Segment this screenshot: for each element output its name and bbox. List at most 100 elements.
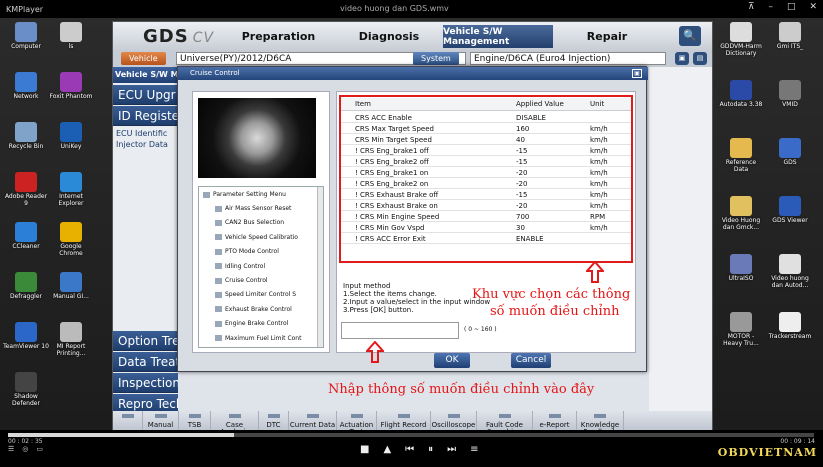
desktop-icon[interactable]: Computer [3,22,49,50]
ok-button[interactable]: OK [434,353,470,368]
desktop-icon[interactable]: Defraggler [3,272,49,300]
tree-item-icon [215,320,222,327]
desktop-icon[interactable]: Internet Explorer [48,172,94,207]
left-item-id-register[interactable]: ID Registe [113,106,178,126]
tree-item[interactable]: Speed Limiter Control S [215,291,323,298]
app-icon [15,222,37,242]
desktop-icon[interactable]: TeamViewer 10 [3,322,49,350]
desktop-icon-label: ls [68,43,74,50]
app-icon [60,22,82,42]
camera-icon[interactable]: ▣ [675,52,689,65]
stop-icon[interactable]: ■ [360,444,369,455]
playlist-icon[interactable]: ≡ [470,444,478,455]
toolbar-button[interactable]: e-Report [533,411,577,430]
menu-preparation[interactable]: Preparation [222,25,335,48]
desktop-icon[interactable]: Recycle Bin [3,122,49,150]
settings-icon[interactable]: ☰ [8,445,14,453]
tree-item[interactable]: Exhaust Brake Control [215,306,323,313]
watermark: OBDVIETNAM [717,446,817,459]
desktop-icon[interactable]: Video huong dan Autod... [767,254,813,289]
desktop-icon[interactable]: CCleaner [3,222,49,250]
toolbar-button[interactable]: Manual [143,411,179,430]
desktop-icon[interactable]: Adobe Reader 9 [3,172,49,207]
desktop-icon[interactable]: Video Huong dan Gmck... [718,196,764,231]
tree-item[interactable]: CAN2 Bus Selection [215,219,323,226]
menu-diagnosis[interactable]: Diagnosis [335,25,443,48]
desktop-icon-label: MOTOR - Heavy Tru... [723,333,759,347]
close-icon[interactable]: ✕ [809,2,817,12]
system-button[interactable]: System [413,52,459,65]
toolbar-button[interactable]: TSB [179,411,211,430]
desktop-icon[interactable]: Gmi ITS_ [767,22,813,50]
tree-item[interactable]: Engine Brake Control [215,320,323,327]
toolbar-button[interactable]: Current Data [289,411,337,430]
dialog-title: Cruise Control ▣ [178,67,648,80]
toolbar-button[interactable]: Actuation Test [337,411,377,430]
tree-root[interactable]: Parameter Setting Menu [203,191,323,198]
tree-item[interactable]: Vehicle Speed Calibratio [215,234,323,241]
tree-item[interactable]: Maximum Fuel Limit Cont [215,335,323,342]
desktop-icon-label: GDS [783,159,797,166]
desktop-icon[interactable]: MI Report Printing... [48,322,94,357]
value-input[interactable] [341,322,459,339]
app-icon [730,138,752,158]
desktop-icon[interactable]: Manual GI... [48,272,94,300]
left-subitem-injector-data[interactable]: Injector Data [116,140,168,149]
tree-item[interactable]: Air Mass Sensor Reset [215,205,323,212]
desktop-icon[interactable]: Foxit Phantom [48,72,94,100]
toolbar-settings-icon[interactable] [113,411,143,430]
desktop-icon[interactable]: GDS Viewer [767,196,813,224]
app-icon [15,272,37,292]
toolbar-button[interactable]: Knowledge Feedback [577,411,624,430]
desktop-icon[interactable]: Shadow Defender [3,372,49,407]
desktop-icon[interactable]: VMID [767,80,813,108]
menu-repair[interactable]: Repair [553,25,661,48]
desktop-icon[interactable]: Reference Data [718,138,764,173]
next-icon[interactable]: ⏭ [447,444,456,455]
desktop-icon[interactable]: ls [48,22,94,50]
tree-item[interactable]: PTO Mode Control [215,248,323,255]
desktop-icon[interactable]: GDS [767,138,813,166]
toolbar-button[interactable]: Case Analysis [211,411,259,430]
desktop-icon[interactable]: UniKey [48,122,94,150]
desktop-icon[interactable]: Google Chrome [48,222,94,257]
left-item-inspection-test[interactable]: Inspection / Test [113,373,178,393]
subtitle-icon[interactable]: ▭ [36,445,43,453]
vehicle-button[interactable]: Vehicle [121,52,166,65]
desktop-icon[interactable]: Autodata 3.38 [718,80,764,108]
dialog-close-icon[interactable]: ▣ [632,69,642,78]
print-icon[interactable]: ▤ [693,52,707,65]
menu-vehicle-sw-management[interactable]: Vehicle S/W Management [443,25,553,48]
desktop-icon[interactable]: Network [3,72,49,100]
desktop-icon[interactable]: Trackerstream [767,312,813,340]
player-tools: ☰ ◎ ▭ [8,445,43,453]
eject-icon[interactable]: ▲ [383,444,391,455]
left-item-data-treatment[interactable]: Data Treatm [113,352,178,372]
toolbar-button[interactable]: Flight Record [377,411,431,430]
search-icon[interactable]: 🔍 [679,26,701,46]
left-subitem-ecu-identific[interactable]: ECU Identific [116,129,167,138]
desktop-icon[interactable]: GDDVM-Harm Dictionary [718,22,764,57]
pin-icon[interactable]: ⊼ [748,2,755,12]
maximize-icon[interactable]: □ [787,2,796,12]
minimize-icon[interactable]: – [768,2,773,12]
desktop-icon[interactable]: UltraISO [718,254,764,282]
desktop-icon-label: GDS Viewer [772,217,808,224]
toolbar-button[interactable]: DTC [259,411,289,430]
left-item-option-treatment[interactable]: Option Treatm [113,331,178,351]
toolbar-button[interactable]: Oscilloscope [431,411,477,430]
app-icon [779,22,801,42]
app-icon [15,172,37,192]
3d-icon[interactable]: ◎ [22,445,28,453]
previous-icon[interactable]: ⏮ [405,444,414,455]
tree-item[interactable]: Cruise Control [215,277,323,284]
cancel-button[interactable]: Cancel [511,353,551,368]
left-item-ecu-upgrade[interactable]: ECU Upgr [113,85,178,105]
tree-item[interactable]: Idling Control [215,263,323,270]
toolbar-button[interactable]: Fault Code Searching [477,411,533,430]
parameter-tree: Parameter Setting Menu Air Mass Sensor Re… [198,186,324,348]
tree-item-icon [215,291,222,298]
desktop-icon[interactable]: MOTOR - Heavy Tru... [718,312,764,347]
pause-icon[interactable]: ⏸ [428,444,433,455]
seek-bar[interactable] [8,433,814,437]
